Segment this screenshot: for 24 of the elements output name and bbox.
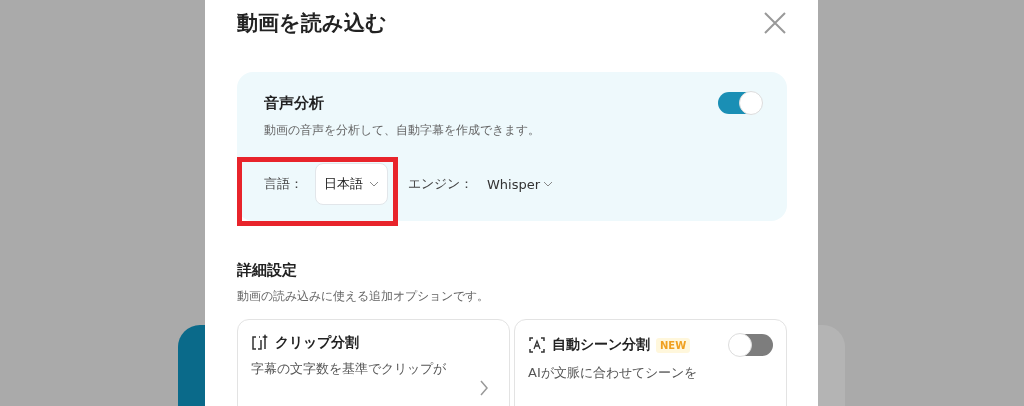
toggle-switch[interactable] bbox=[718, 92, 762, 114]
section-description: 動画の読み込みに使える追加オプションです。 bbox=[237, 288, 490, 305]
toggle-switch[interactable] bbox=[729, 334, 773, 356]
engine-dropdown[interactable]: Whisper bbox=[487, 176, 554, 192]
chevron-icon bbox=[479, 380, 489, 396]
option-title: クリップ分割 bbox=[275, 334, 359, 352]
caret-icon bbox=[543, 181, 554, 187]
scene-icon bbox=[528, 336, 546, 354]
option-card[interactable]: 自動シーン分割 NEW AIが文脈に合わせてシーンを bbox=[514, 319, 787, 406]
dialog-title: 動画を読み込む bbox=[237, 10, 387, 37]
field-label: 言語： bbox=[264, 175, 303, 193]
section-title: 音声分析 bbox=[264, 93, 324, 113]
language-dropdown[interactable]: 日本語 bbox=[315, 163, 388, 205]
clip-icon bbox=[251, 334, 269, 352]
option-description: 字幕の文字数を基準でクリップが bbox=[251, 360, 447, 378]
section-description: 動画の音声を分析して、自動字幕を作成できます。 bbox=[264, 122, 541, 139]
option-description: AIが文脈に合わせてシーンを bbox=[528, 364, 698, 382]
new-badge: NEW bbox=[656, 337, 691, 353]
field-label: エンジン： bbox=[408, 175, 473, 193]
option-title: 自動シーン分割 bbox=[552, 336, 650, 354]
option-card[interactable]: クリップ分割 字幕の文字数を基準でクリップが bbox=[237, 319, 510, 406]
section-title: 詳細設定 bbox=[237, 261, 298, 280]
caret-icon bbox=[369, 181, 379, 187]
close-icon[interactable] bbox=[763, 11, 787, 35]
